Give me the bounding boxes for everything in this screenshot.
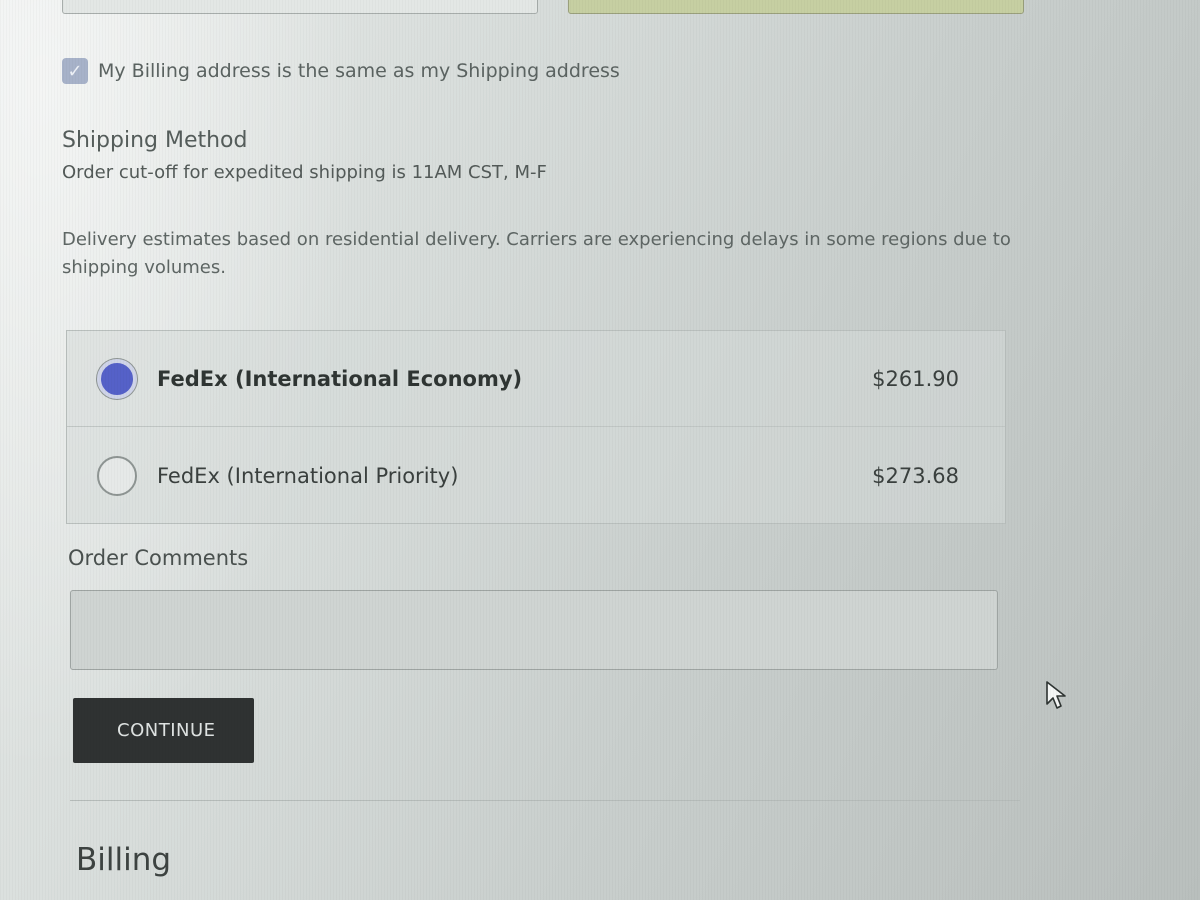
order-comments-label: Order Comments [68, 546, 249, 570]
shipping-option-economy-price: $261.90 [872, 366, 959, 391]
shipping-option-economy-label: FedEx (International Economy) [157, 366, 523, 391]
mouse-pointer-icon [1046, 681, 1066, 709]
billing-same-checkbox[interactable]: ✓ [62, 58, 88, 84]
shipping-method-title: Shipping Method [62, 128, 248, 153]
delivery-estimate-note: Delivery estimates based on residential … [62, 229, 1011, 278]
billing-same-as-shipping-row[interactable]: ✓ My Billing address is the same as my S… [62, 58, 620, 84]
previous-form-field[interactable] [62, 0, 538, 14]
shipping-option-priority-price: $273.68 [872, 464, 959, 488]
previous-form-button[interactable] [568, 0, 1024, 14]
shipping-options-list: FedEx (International Economy) $261.90 Fe… [66, 330, 1006, 524]
shipping-option-economy[interactable]: FedEx (International Economy) $261.90 [67, 331, 1005, 427]
shipping-option-economy-radio[interactable] [97, 358, 137, 399]
shipping-option-priority-label: FedEx (International Priority) [157, 464, 459, 488]
section-divider [70, 800, 1020, 801]
continue-button[interactable]: CONTINUE [73, 698, 254, 763]
order-comments-input[interactable] [70, 590, 998, 670]
shipping-option-priority[interactable]: FedEx (International Priority) $273.68 [67, 428, 1005, 524]
check-icon: ✓ [67, 60, 83, 82]
billing-same-label: My Billing address is the same as my Shi… [98, 60, 620, 82]
billing-section-title: Billing [76, 842, 172, 878]
expedited-cutoff-note: Order cut-off for expedited shipping is … [62, 162, 547, 183]
shipping-option-priority-radio[interactable] [97, 456, 137, 496]
